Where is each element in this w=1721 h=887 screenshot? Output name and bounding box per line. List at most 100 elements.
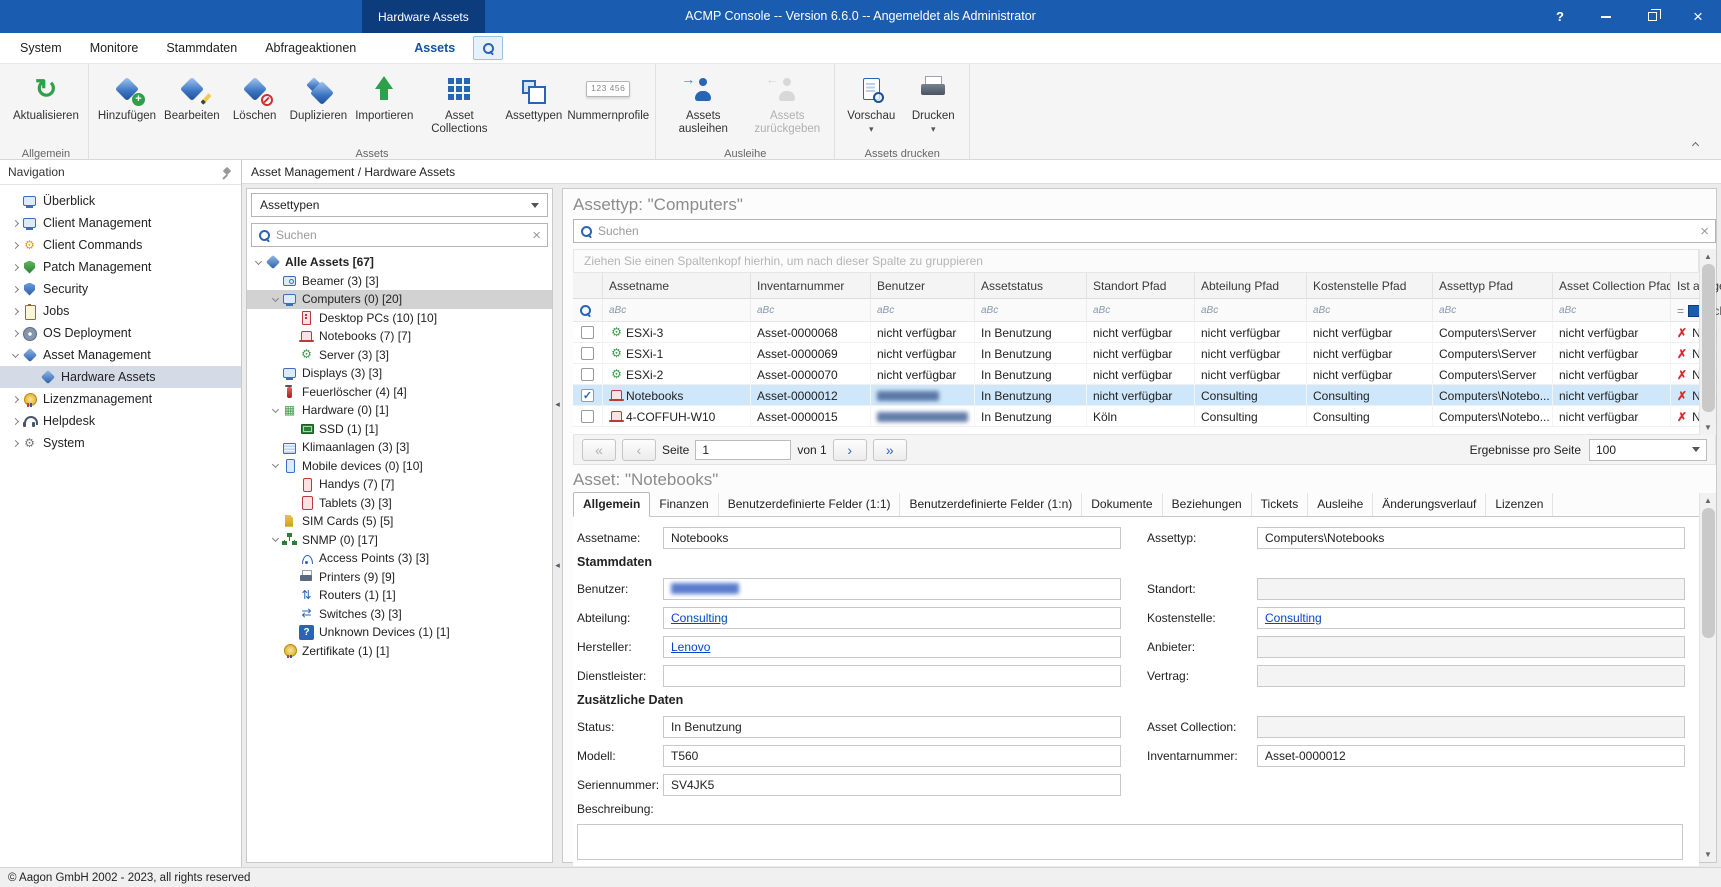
detail-scrollbar[interactable]: ▲ ▼ (1699, 493, 1716, 862)
tree-item-unknown-devices-1-1[interactable]: ?Unknown Devices (1) [1] (247, 623, 552, 642)
tree-item-handys-7-7[interactable]: Handys (7) [7] (247, 475, 552, 494)
tree-item-alle-assets-67[interactable]: Alle Assets [67] (247, 253, 552, 272)
chevron-right-icon[interactable] (8, 419, 22, 424)
next-page-button[interactable]: › (833, 439, 867, 461)
filter-cell[interactable]: aBc (975, 299, 1087, 322)
column-header-assettyp-pfad[interactable]: Assettyp Pfad (1433, 273, 1553, 299)
chevron-down-icon[interactable] (251, 261, 265, 264)
asset-collection-field[interactable] (1257, 716, 1685, 738)
column-header-asset-collection-pfad[interactable]: Asset Collection Pfad (1553, 273, 1671, 299)
tree-item-hardware-0-1[interactable]: ▦Hardware (0) [1] (247, 401, 552, 420)
tab-finanzen[interactable]: Finanzen (650, 493, 718, 516)
tree-item-computers-0-20[interactable]: Computers (0) [20] (247, 290, 552, 309)
tab-benutzerdefinierte-felder-1-n[interactable]: Benutzerdefinierte Felder (1:n) (900, 493, 1082, 516)
tree-item-snmp-0-17[interactable]: SNMP (0) [17] (247, 531, 552, 550)
hersteller-field[interactable]: Lenovo (663, 636, 1121, 658)
previous-page-button[interactable]: ‹ (622, 439, 656, 461)
filter-cell[interactable]: aBc (1087, 299, 1195, 322)
hersteller-link[interactable]: Lenovo (671, 640, 710, 654)
column-header-assetstatus[interactable]: Assetstatus (975, 273, 1087, 299)
chevron-down-icon[interactable] (268, 298, 282, 301)
scroll-up-icon[interactable]: ▲ (1700, 493, 1716, 508)
sidebar-item-jobs[interactable]: Jobs (0, 300, 241, 322)
filter-cell[interactable]: aBc (1195, 299, 1307, 322)
chevron-right-icon[interactable] (8, 221, 22, 226)
beschreibung-field[interactable] (577, 824, 1683, 860)
ribbon-button-aktualisieren[interactable]: ↻Aktualisieren (9, 67, 83, 147)
tab-allgemein[interactable]: Allgemein (573, 492, 650, 517)
ribbon-button-nummernprofile[interactable]: 123 456Nummernprofile (566, 67, 650, 147)
chevron-right-icon[interactable] (8, 243, 22, 248)
tree-item-server-3-3[interactable]: ⚙Server (3) [3] (247, 346, 552, 365)
status-field[interactable]: In Benutzung (663, 716, 1121, 738)
ribbon-collapse-button[interactable] (1685, 137, 1705, 151)
sidebar-item-patch-management[interactable]: Patch Management (0, 256, 241, 278)
asset-list-search-input[interactable]: Suchen × (573, 219, 1716, 243)
ribbon-button-duplizieren[interactable]: Duplizieren (286, 67, 352, 147)
tab-änderungsverlauf[interactable]: Änderungsverlauf (1373, 493, 1486, 516)
filter-cell[interactable]: aBc (603, 299, 751, 322)
chevron-down-icon[interactable] (8, 354, 22, 357)
close-button[interactable]: × (1675, 0, 1721, 33)
tree-search-input[interactable]: Suchen × (251, 223, 548, 247)
chevron-down-icon[interactable] (268, 538, 282, 541)
column-header-assetname[interactable]: Assetname (603, 273, 751, 299)
sidebar-item-asset-management[interactable]: Asset Management (0, 344, 241, 366)
table-scrollbar[interactable]: ▲ ▼ (1699, 249, 1716, 435)
menu-item-system[interactable]: System (6, 33, 76, 64)
tree-item-sim-cards-5-5[interactable]: SIM Cards (5) [5] (247, 512, 552, 531)
tab-dokumente[interactable]: Dokumente (1082, 493, 1162, 516)
chevron-down-icon[interactable] (268, 409, 282, 412)
standort-field[interactable] (1257, 578, 1685, 600)
ribbon-button-importieren[interactable]: Importieren (351, 67, 417, 147)
assettyp-field[interactable]: Computers\Notebooks (1257, 527, 1685, 549)
menu-item-abfrageaktionen[interactable]: Abfrageaktionen (251, 33, 370, 64)
chevron-down-icon[interactable] (268, 464, 282, 467)
tree-item-access-points-3-3[interactable]: Access Points (3) [3] (247, 549, 552, 568)
table-row-4-coffuh-w10[interactable]: 4-COFFUH-W10Asset-0000015In BenutzungKöl… (573, 406, 1699, 427)
page-number-input[interactable]: 1 (695, 440, 791, 460)
assettypen-dropdown[interactable]: Assettypen (251, 193, 548, 217)
tree-item-feuerlöscher-4-4[interactable]: Feuerlöscher (4) [4] (247, 383, 552, 402)
filter-cell[interactable]: aBc (1307, 299, 1433, 322)
scroll-up-icon[interactable]: ▲ (1700, 249, 1716, 264)
assetname-field[interactable]: Notebooks (663, 527, 1121, 549)
kostenstelle-field[interactable]: Consulting (1257, 607, 1685, 629)
tree-item-routers-1-1[interactable]: ⇅Routers (1) [1] (247, 586, 552, 605)
tree-item-printers-9-9[interactable]: Printers (9) [9] (247, 568, 552, 587)
column-header-standort-pfad[interactable]: Standort Pfad (1087, 273, 1195, 299)
ribbon-button-drucken[interactable]: Drucken▾ (902, 67, 964, 147)
menu-item-stammdaten[interactable]: Stammdaten (152, 33, 251, 64)
tab-benutzerdefinierte-felder-1-1[interactable]: Benutzerdefinierte Felder (1:1) (719, 493, 901, 516)
sidebar-item-client-management[interactable]: Client Management (0, 212, 241, 234)
chevron-right-icon[interactable] (8, 287, 22, 292)
table-row-esxi-1[interactable]: ⚙ESXi-1Asset-0000069nicht verfügbarIn Be… (573, 343, 1699, 364)
sidebar-item-helpdesk[interactable]: Helpdesk (0, 410, 241, 432)
last-page-button[interactable]: » (873, 439, 907, 461)
sidebar-item-system[interactable]: ⚙System (0, 432, 241, 454)
column-header-kostenstelle-pfad[interactable]: Kostenstelle Pfad (1307, 273, 1433, 299)
filter-cell[interactable]: aBc (751, 299, 871, 322)
row-checkbox[interactable] (581, 410, 594, 423)
ribbon-button-bearbeiten[interactable]: Bearbeiten (160, 67, 224, 147)
tree-item-notebooks-7-7[interactable]: Notebooks (7) [7] (247, 327, 552, 346)
clear-search-icon[interactable]: × (532, 228, 541, 243)
maximize-button[interactable] (1629, 0, 1675, 33)
sidebar-item-lizenzmanagement[interactable]: Lizenzmanagement (0, 388, 241, 410)
tree-item-mobile-devices-0-10[interactable]: Mobile devices (0) [10] (247, 457, 552, 476)
chevron-right-icon[interactable] (8, 441, 22, 446)
ribbon-button-hinzufügen[interactable]: +Hinzufügen (94, 67, 160, 147)
row-checkbox[interactable] (581, 368, 594, 381)
ribbon-button-vorschau[interactable]: Vorschau▾ (840, 67, 902, 147)
anbieter-field[interactable] (1257, 636, 1685, 658)
tree-item-beamer-3-3[interactable]: Beamer (3) [3] (247, 272, 552, 291)
filter-cell[interactable]: aBc (1553, 299, 1671, 322)
abteilung-field[interactable]: Consulting (663, 607, 1121, 629)
chevron-right-icon[interactable] (8, 397, 22, 402)
seriennummer-field[interactable]: SV4JK5 (663, 774, 1121, 796)
menu-item-assets[interactable]: Assets (400, 33, 469, 64)
sidebar-item-hardware-assets[interactable]: Hardware Assets (0, 366, 241, 388)
sidebar-item-überblick[interactable]: Überblick (0, 190, 241, 212)
filter-cell[interactable]: aBc (1433, 299, 1553, 322)
menu-search-button[interactable] (473, 36, 503, 60)
